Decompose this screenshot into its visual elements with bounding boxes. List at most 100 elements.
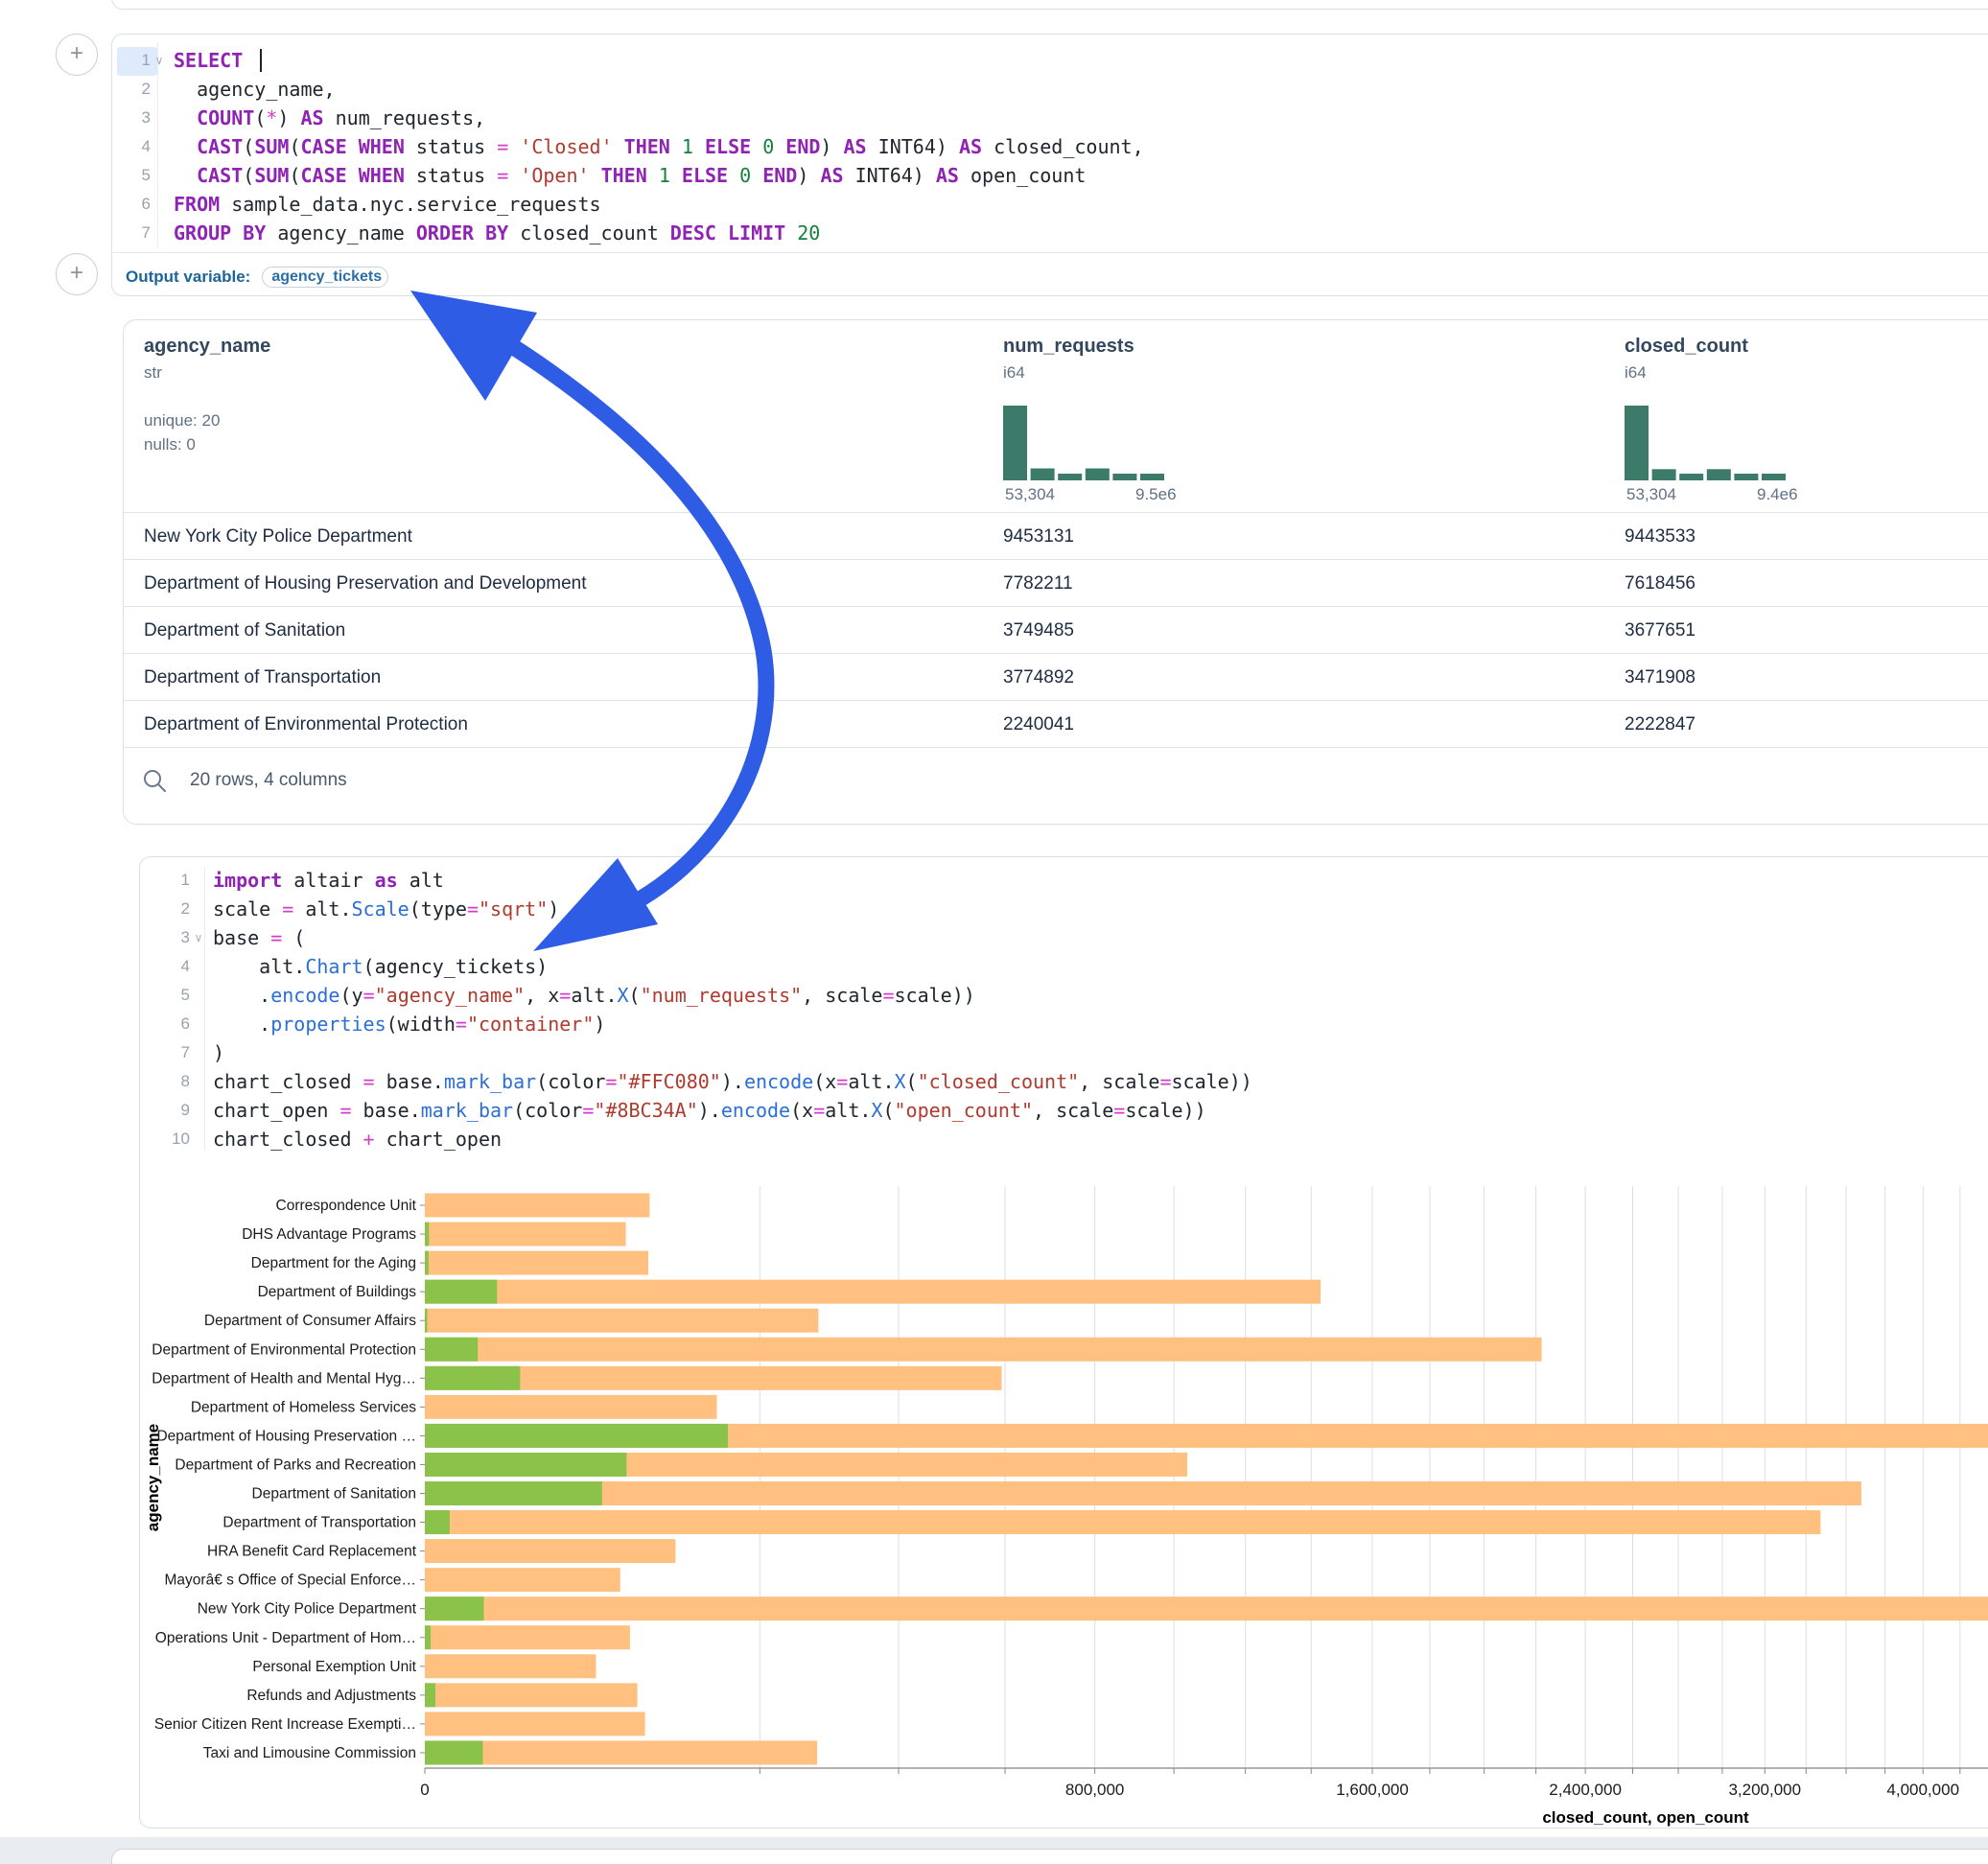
line-number: 1: [140, 866, 190, 895]
table-cell[interactable]: 7618456: [1625, 560, 1696, 607]
code-line[interactable]: 7GROUP BY agency_name ORDER BY closed_co…: [112, 219, 1988, 247]
code-token: (x: [813, 1070, 836, 1093]
code-token: 20: [797, 221, 820, 245]
table-cell[interactable]: 3749485: [1003, 607, 1074, 654]
table-cell[interactable]: 7782211: [1003, 560, 1073, 607]
code-line[interactable]: 6 .properties(width="container"): [140, 1010, 1988, 1038]
table-cell[interactable]: 9443533: [1625, 513, 1696, 560]
svg-text:2,400,000: 2,400,000: [1549, 1781, 1622, 1799]
num-requests-hist-min: 53,304: [1005, 485, 1055, 504]
code-token: CAST: [197, 164, 243, 187]
code-token: (: [243, 164, 254, 187]
sql-editor[interactable]: 1∨SELECT 2 agency_name,3 COUNT(*) AS num…: [112, 46, 1988, 247]
collapse-chevron-icon[interactable]: ∨: [151, 46, 168, 75]
code-line[interactable]: 7): [140, 1038, 1988, 1067]
code-line[interactable]: 8chart_closed = base.mark_bar(color="#FF…: [140, 1067, 1988, 1096]
closed-count-hist-min: 53,304: [1626, 485, 1676, 504]
code-token: [751, 135, 762, 158]
code-token: [590, 164, 601, 187]
table-cell[interactable]: Department of Environmental Protection: [144, 701, 468, 748]
code-token: (: [289, 164, 300, 187]
collapse-chevron-icon[interactable]: ∨: [190, 923, 207, 952]
code-line[interactable]: 5 .encode(y="agency_name", x=alt.X("num_…: [140, 981, 1988, 1010]
table-cell[interactable]: 9453131: [1003, 513, 1074, 560]
code-token: (: [289, 135, 300, 158]
code-token: AS: [936, 164, 959, 187]
code-token: , scale: [1033, 1099, 1113, 1122]
column-header-closed-count[interactable]: closed_count: [1625, 336, 1748, 358]
table-cell[interactable]: 3471908: [1625, 654, 1696, 701]
table-cell[interactable]: 2240041: [1003, 701, 1074, 748]
code-token: THEN: [624, 135, 670, 158]
table-cell[interactable]: Department of Housing Preservation and D…: [144, 560, 587, 607]
column-header-num-requests[interactable]: num_requests: [1003, 336, 1134, 358]
code-line[interactable]: 10chart_closed + chart_open: [140, 1125, 1988, 1153]
sql-output-divider: [112, 252, 1988, 253]
add-cell-button-middle[interactable]: +: [56, 253, 98, 295]
code-token: alt.: [571, 984, 617, 1007]
code-token: alt.: [293, 897, 351, 920]
code-line[interactable]: 6FROM sample_data.nyc.service_requests: [112, 190, 1988, 219]
code-token: (x: [790, 1099, 813, 1122]
code-token: , scale: [1079, 1070, 1159, 1093]
code-token: "open_count": [895, 1099, 1034, 1122]
code-token: (: [243, 135, 254, 158]
column-type-agency-name: str: [144, 363, 270, 383]
search-icon[interactable]: [142, 768, 167, 793]
code-token: =: [582, 1099, 594, 1122]
code-token: [728, 164, 739, 187]
code-token: =: [270, 926, 282, 949]
code-token: import: [213, 869, 282, 892]
code-token: ORDER BY: [416, 221, 508, 245]
code-line[interactable]: 3 COUNT(*) AS num_requests,: [112, 104, 1988, 132]
code-line[interactable]: 3∨base = (: [140, 923, 1988, 952]
code-line[interactable]: 1import altair as alt: [140, 866, 1988, 895]
code-token: (color: [513, 1099, 582, 1122]
code-token: FROM: [174, 193, 220, 216]
code-line[interactable]: 9chart_open = base.mark_bar(color="#8BC3…: [140, 1096, 1988, 1125]
code-line[interactable]: 1∨SELECT: [112, 46, 1988, 75]
closed-count-hist-max: 9.4e6: [1757, 485, 1798, 504]
code-token: Chart: [305, 955, 363, 978]
table-row-border: [124, 747, 1988, 795]
add-cell-button-top[interactable]: +: [56, 34, 98, 76]
column-header-agency-name[interactable]: agency_name: [144, 336, 270, 358]
code-token: =: [282, 897, 293, 920]
table-row: New York City Police Department 9453131 94…: [124, 512, 1988, 560]
code-token: Scale: [352, 897, 409, 920]
code-token: (: [906, 1070, 918, 1093]
code-token: =: [1113, 1099, 1125, 1122]
svg-text:Senior Citizen Rent Increase E: Senior Citizen Rent Increase Exempti…: [154, 1716, 416, 1733]
code-token: "container": [467, 1013, 594, 1036]
line-number: 10: [140, 1125, 190, 1153]
output-variable-pill[interactable]: agency_tickets: [262, 267, 388, 288]
table-cell[interactable]: 3677651: [1625, 607, 1696, 654]
code-token: (agency_tickets): [363, 955, 549, 978]
code-token: [774, 135, 785, 158]
code-token: WHEN: [359, 135, 405, 158]
code-token: [785, 221, 797, 245]
code-token: as: [375, 869, 398, 892]
code-line[interactable]: 2scale = alt.Scale(type="sqrt"): [140, 895, 1988, 923]
line-number: 6: [112, 190, 151, 219]
table-cell[interactable]: New York City Police Department: [144, 513, 412, 560]
code-token: AS: [844, 135, 867, 158]
table-cell[interactable]: 2222847: [1625, 701, 1696, 748]
code-token: INT64): [844, 164, 936, 187]
code-token: "agency_name": [375, 984, 526, 1007]
code-line[interactable]: 4 alt.Chart(agency_tickets): [140, 952, 1988, 981]
code-line[interactable]: 5 CAST(SUM(CASE WHEN status = 'Open' THE…: [112, 161, 1988, 190]
code-line[interactable]: 2 agency_name,: [112, 75, 1988, 104]
code-token: base.: [352, 1099, 421, 1122]
code-line[interactable]: 4 CAST(SUM(CASE WHEN status = 'Closed' T…: [112, 132, 1988, 161]
sql-cell: 1∨SELECT 2 agency_name,3 COUNT(*) AS num…: [111, 34, 1988, 296]
line-number: 5: [112, 161, 151, 190]
svg-text:4,000,000: 4,000,000: [1886, 1781, 1959, 1799]
python-editor[interactable]: 1import altair as alt2scale = alt.Scale(…: [140, 866, 1988, 1153]
code-token: SELECT: [174, 49, 243, 72]
code-token: ): [548, 897, 559, 920]
table-cell[interactable]: Department of Transportation: [144, 654, 381, 701]
code-token: DESC: [670, 221, 716, 245]
table-cell[interactable]: Department of Sanitation: [144, 607, 345, 654]
table-cell[interactable]: 3774892: [1003, 654, 1074, 701]
